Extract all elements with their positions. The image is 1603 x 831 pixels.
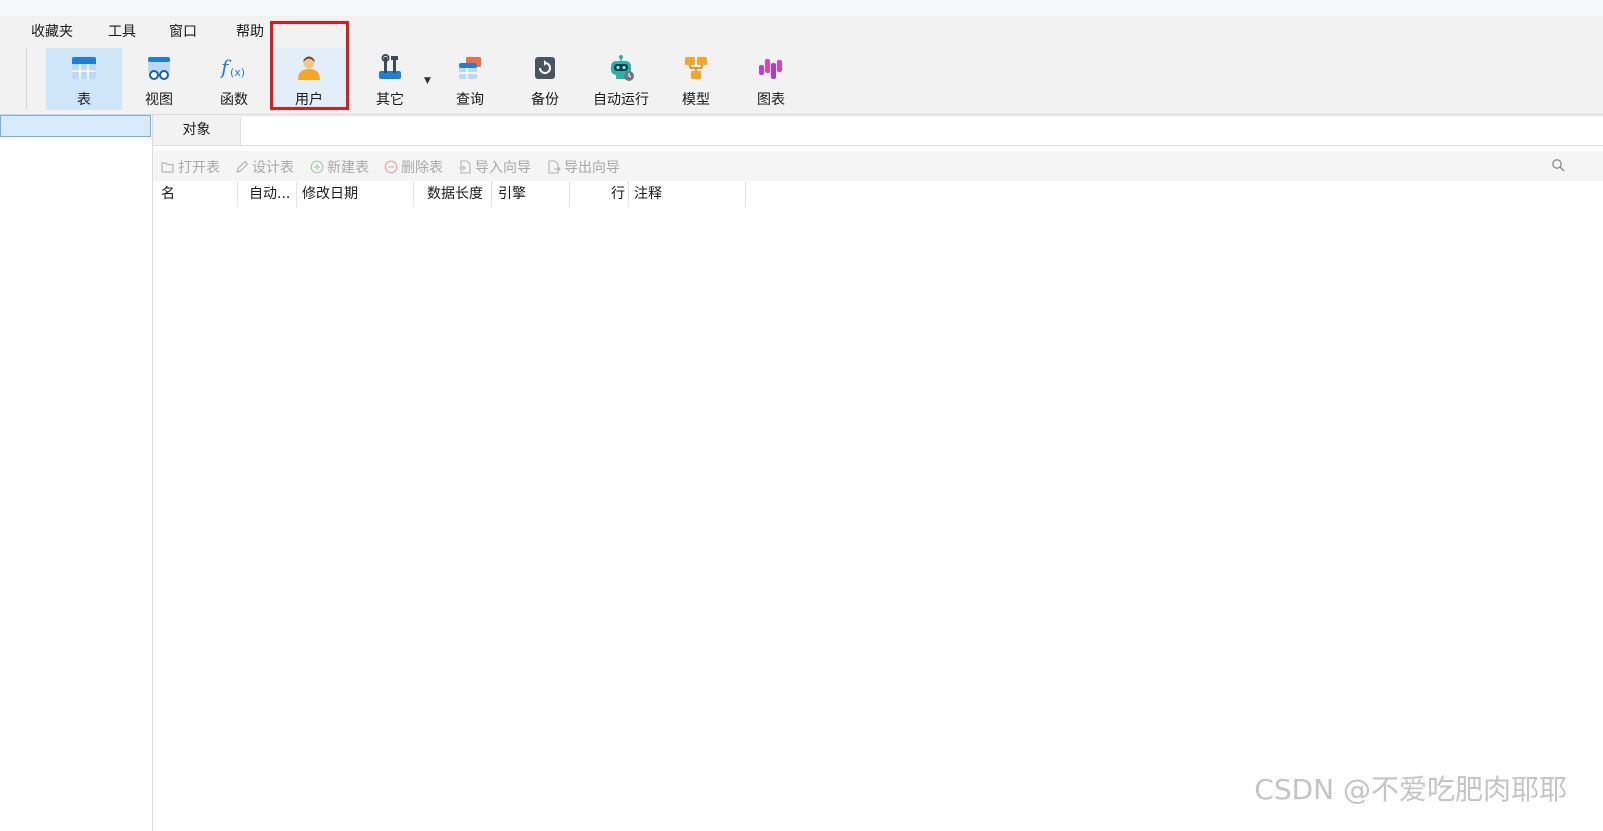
column-data-length[interactable]: 数据长度 (427, 181, 491, 207)
object-action-bar: 打开表 设计表 新建表 删除表 导入向导 导出向导 (153, 151, 1603, 181)
column-rows[interactable]: 行 (607, 181, 625, 207)
backup-button-label: 备份 (531, 92, 559, 108)
other-button[interactable]: 其它 (352, 48, 428, 110)
menu-help[interactable]: 帮助 (236, 21, 264, 41)
view-button[interactable]: 视图 (121, 48, 197, 110)
sidebar-selected-item[interactable] (0, 115, 151, 137)
query-icon (459, 57, 481, 79)
auto-run-button-label: 自动运行 (593, 92, 649, 108)
tab-bar: 对象 (153, 115, 1603, 146)
backup-button[interactable]: 备份 (507, 48, 583, 110)
folder-open-icon (161, 162, 174, 173)
model-button-label: 模型 (682, 92, 710, 108)
design-table-action[interactable]: 设计表 (235, 157, 294, 177)
column-divider[interactable] (628, 181, 629, 207)
column-engine[interactable]: 引擎 (498, 181, 558, 207)
robot-icon (611, 55, 634, 81)
menu-window[interactable]: 窗口 (169, 21, 197, 41)
column-modified-date[interactable]: 修改日期 (302, 181, 412, 207)
column-auto-increment[interactable]: 自动... (249, 181, 295, 207)
other-dropdown-caret-icon[interactable]: ▼ (424, 76, 431, 86)
table-button[interactable]: 表 (46, 48, 122, 110)
menu-favorites[interactable]: 收藏夹 (31, 21, 73, 41)
toolbar-separator (26, 48, 27, 110)
user-button-highlight-box (270, 21, 349, 110)
column-divider[interactable] (413, 181, 414, 207)
other-button-label: 其它 (376, 92, 404, 108)
open-table-label: 打开表 (178, 160, 220, 176)
window-top-strip (0, 0, 1603, 16)
tools-icon (379, 54, 401, 79)
auto-run-button[interactable]: 自动运行 (583, 48, 659, 110)
table-icon (72, 57, 96, 79)
design-table-label: 设计表 (252, 160, 294, 176)
export-wizard-action[interactable]: 导出向导 (547, 157, 620, 177)
minus-circle-icon (384, 160, 398, 174)
new-table-label: 新建表 (327, 160, 369, 176)
column-name[interactable]: 名 (161, 181, 237, 207)
import-wizard-action[interactable]: 导入向导 (458, 157, 531, 177)
tab-bar-empty-area (240, 117, 1603, 145)
function-icon: f (x) (220, 55, 245, 79)
export-wizard-label: 导出向导 (564, 160, 620, 176)
backup-icon (535, 57, 555, 79)
chart-button-label: 图表 (757, 92, 785, 108)
model-icon (685, 57, 707, 79)
search-icon[interactable] (1551, 158, 1565, 172)
import-icon (459, 160, 471, 174)
object-grid-header: 名 自动... 修改日期 数据长度 引擎 行 注释 (153, 181, 1603, 207)
column-divider[interactable] (745, 181, 746, 207)
menu-bar: 收藏夹 工具 窗口 帮助 (0, 16, 1603, 46)
svg-text:(x): (x) (230, 66, 245, 79)
chart-icon (759, 59, 782, 79)
query-button-label: 查询 (456, 92, 484, 108)
delete-table-label: 删除表 (401, 160, 443, 176)
column-comment[interactable]: 注释 (634, 181, 734, 207)
export-icon (548, 160, 561, 174)
query-button[interactable]: 查询 (432, 48, 508, 110)
pencil-icon (236, 160, 249, 173)
column-divider[interactable] (569, 181, 570, 207)
column-divider[interactable] (491, 181, 492, 207)
connection-sidebar (0, 115, 153, 831)
tab-objects[interactable]: 对象 (153, 115, 240, 145)
chart-button[interactable]: 图表 (733, 48, 809, 110)
plus-circle-icon (310, 160, 324, 174)
watermark-text: CSDN @不爱吃肥肉耶耶 (1254, 773, 1567, 806)
delete-table-action[interactable]: 删除表 (384, 157, 443, 177)
table-button-label: 表 (77, 92, 91, 108)
new-table-action[interactable]: 新建表 (310, 157, 369, 177)
view-button-label: 视图 (145, 92, 173, 108)
column-divider[interactable] (296, 181, 297, 207)
menu-tools[interactable]: 工具 (108, 21, 136, 41)
open-table-action[interactable]: 打开表 (161, 157, 220, 177)
main-toolbar: 表 视图 f (x) 函数 用户 其它 ▼ 查询 备份 自动运行 模型 图表 (0, 46, 1603, 115)
view-icon (148, 57, 170, 80)
function-button-label: 函数 (220, 92, 248, 108)
import-wizard-label: 导入向导 (475, 160, 531, 176)
function-button[interactable]: f (x) 函数 (196, 48, 272, 110)
model-button[interactable]: 模型 (658, 48, 734, 110)
column-divider[interactable] (237, 181, 238, 207)
